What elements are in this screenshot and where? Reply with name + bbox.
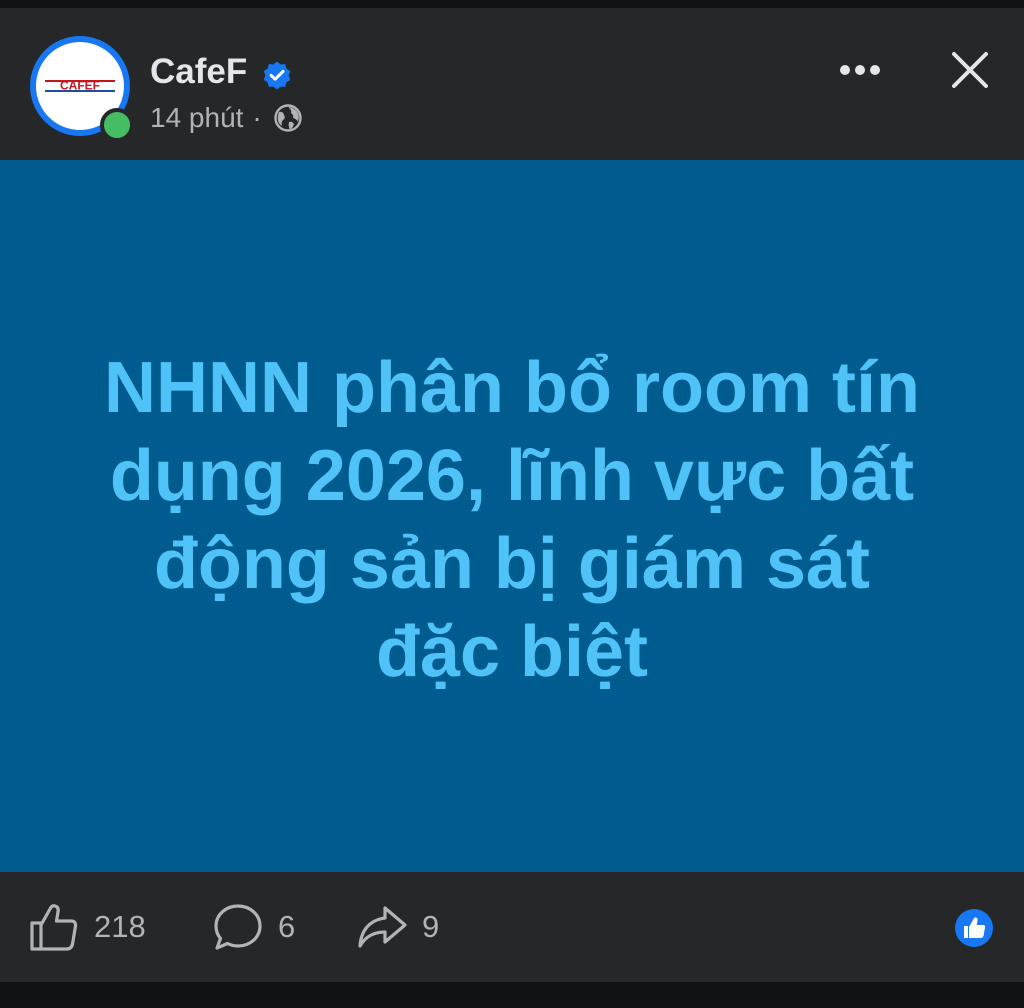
globe-icon [274, 104, 302, 132]
comment-bubble-icon [214, 904, 262, 950]
verified-badge-icon [263, 61, 291, 90]
like-count: 218 [94, 909, 146, 944]
thumbs-up-icon [30, 904, 78, 951]
meta-separator: · [252, 102, 262, 133]
post-text: NHNN phân bổ room tín dụng 2026, lĩnh vự… [72, 344, 952, 696]
more-options-button[interactable] [832, 48, 888, 92]
online-status-dot [100, 108, 134, 142]
post-meta: 14 phút · [150, 100, 303, 136]
cafef-logo: CAFEF [45, 79, 115, 93]
comment-count: 6 [278, 909, 296, 944]
close-button[interactable] [944, 44, 996, 96]
more-options-icon [840, 65, 880, 75]
post-text-line: đặc biệt [375, 612, 649, 692]
close-icon [952, 52, 988, 88]
cafef-logo-text: CAFEF [60, 79, 100, 93]
page-avatar[interactable]: CAFEF [30, 36, 134, 142]
post-header: CAFEF CafeF 14 phút · [0, 8, 1024, 160]
page-name-link[interactable]: CafeF [150, 50, 247, 94]
post-text-line: dụng 2026, lĩnh vực bất [109, 436, 915, 516]
comment-button[interactable]: 6 [212, 900, 295, 954]
post-text-line: NHNN phân bổ room tín [104, 348, 920, 428]
share-arrow-icon [358, 906, 407, 948]
post-text-background[interactable]: NHNN phân bổ room tín dụng 2026, lĩnh vự… [0, 160, 1024, 872]
bottom-edge [0, 982, 1024, 1008]
share-button[interactable]: 9 [356, 900, 439, 954]
post-viewer: CAFEF CafeF 14 phút · NHNN phân bổ room … [0, 0, 1024, 1008]
like-button[interactable]: 218 [28, 900, 146, 954]
like-reaction-icon[interactable] [954, 908, 994, 948]
post-time[interactable]: 14 phút [150, 100, 243, 136]
post-text-line: động sản bị giám sát [153, 524, 871, 604]
top-edge [0, 0, 1024, 8]
post-actions-bar: 218 6 9 [0, 872, 1024, 982]
share-count: 9 [422, 909, 440, 944]
